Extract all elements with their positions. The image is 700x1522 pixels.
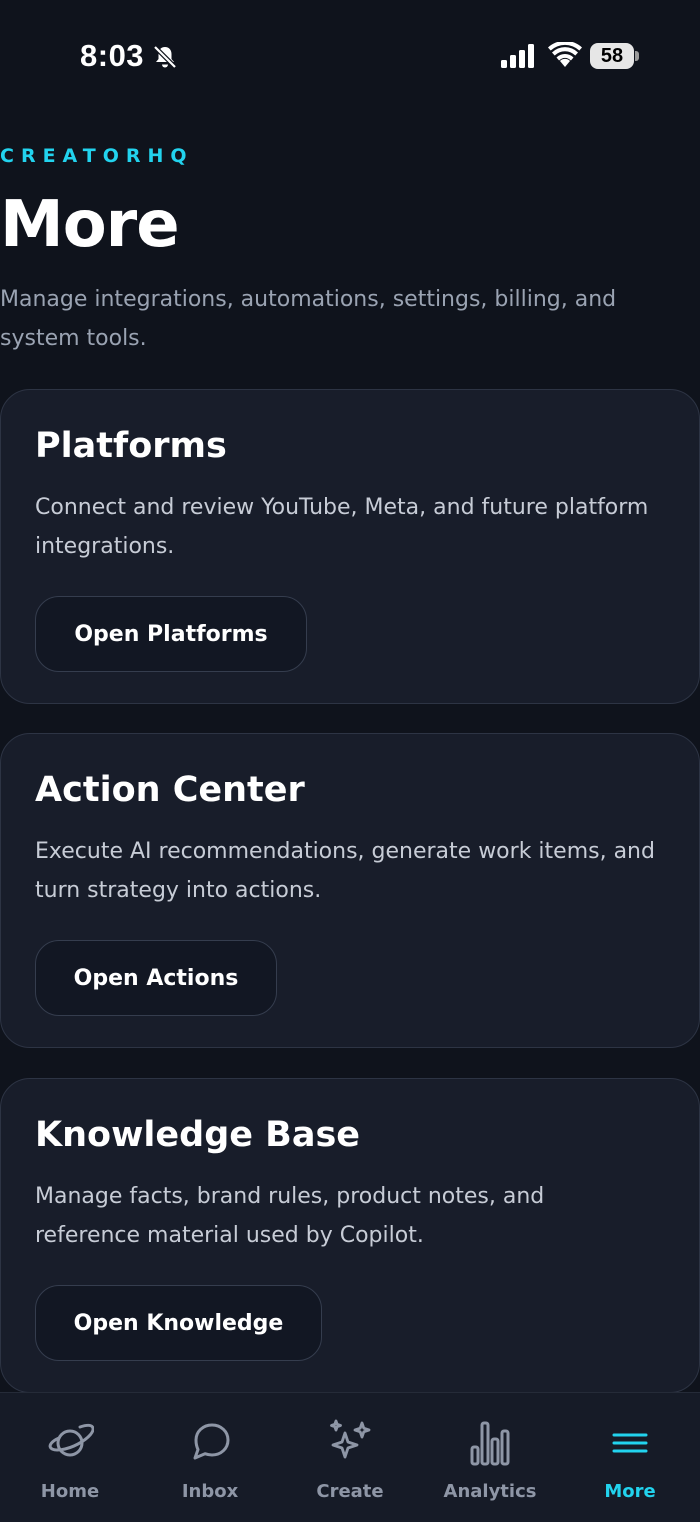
- open-actions-button[interactable]: Open Actions: [35, 940, 277, 1016]
- tab-home[interactable]: Home: [0, 1393, 140, 1522]
- cellular-signal-icon: [501, 44, 534, 68]
- battery-nub: [635, 51, 639, 61]
- tab-label: Inbox: [181, 1481, 239, 1502]
- chat-bubble-icon: [193, 1423, 230, 1460]
- tab-analytics[interactable]: Analytics: [420, 1393, 560, 1522]
- card-description: Execute AI recommendations, generate wor…: [35, 839, 655, 903]
- screen: 8:03 58 CREATORHQ More Manage integratio…: [0, 0, 700, 1522]
- page-subtitle: Manage integrations, automations, settin…: [0, 287, 617, 351]
- wifi-icon: [548, 42, 582, 67]
- status-time: 8:03: [80, 38, 145, 73]
- card-description: Manage facts, brand rules, product notes…: [35, 1184, 545, 1248]
- planet-icon: [48, 1423, 94, 1457]
- brand-label: CREATORHQ: [0, 145, 194, 167]
- status-bar: 8:03 58: [0, 0, 700, 112]
- page-title: More: [0, 188, 180, 262]
- tab-inbox[interactable]: Inbox: [140, 1393, 280, 1522]
- card-title: Knowledge Base: [35, 1115, 361, 1155]
- tab-label: Home: [40, 1481, 100, 1502]
- sparkles-icon: [330, 1419, 371, 1459]
- tab-label: Analytics: [443, 1481, 537, 1502]
- tab-more[interactable]: More: [560, 1393, 700, 1522]
- bottom-tab-bar: Home Inbox Create Analytics More: [0, 1392, 700, 1522]
- bar-chart-icon: [470, 1421, 510, 1466]
- tab-create[interactable]: Create: [280, 1393, 420, 1522]
- card-action-center: Action Center Execute AI recommendations…: [0, 733, 700, 1048]
- card-description: Connect and review YouTube, Meta, and fu…: [35, 495, 649, 559]
- tab-label: Create: [316, 1481, 384, 1502]
- bell-muted-icon: [153, 45, 177, 69]
- card-title: Platforms: [35, 426, 227, 466]
- open-knowledge-button[interactable]: Open Knowledge: [35, 1285, 322, 1361]
- tab-label: More: [604, 1481, 656, 1502]
- open-platforms-button[interactable]: Open Platforms: [35, 596, 307, 672]
- battery-indicator: 58: [590, 43, 634, 69]
- menu-icon: [612, 1433, 648, 1453]
- card-platforms: Platforms Connect and review YouTube, Me…: [0, 389, 700, 704]
- card-title: Action Center: [35, 770, 305, 810]
- card-knowledge-base: Knowledge Base Manage facts, brand rules…: [0, 1078, 700, 1393]
